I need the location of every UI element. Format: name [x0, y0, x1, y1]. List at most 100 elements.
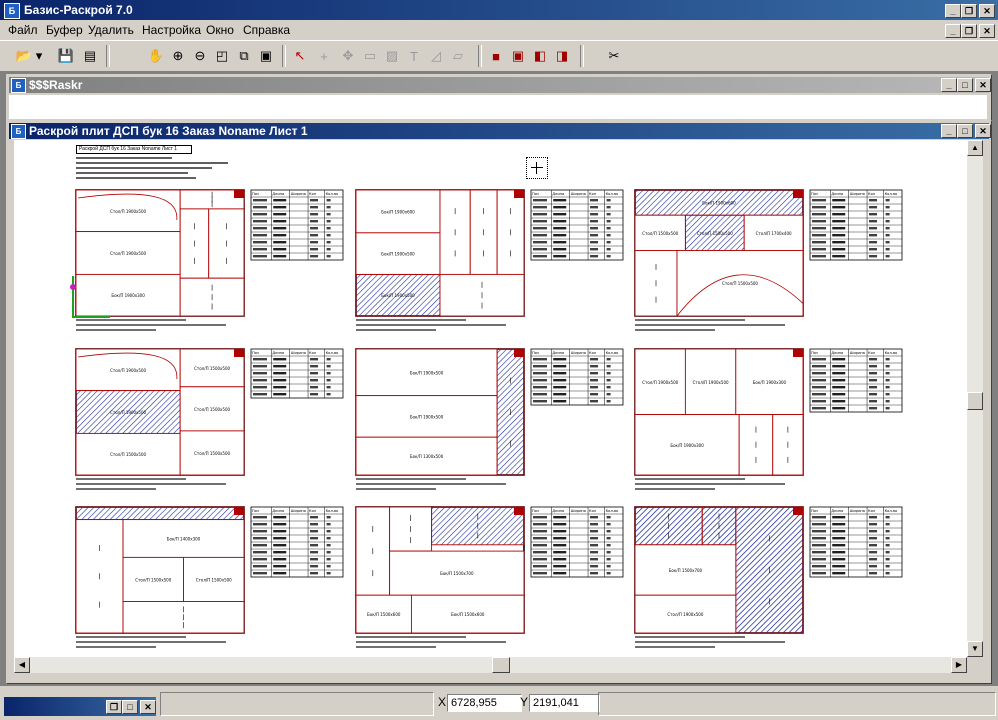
raskr-window-icon[interactable]: Б [11, 78, 26, 93]
raskr-maximize-icon[interactable]: □ [957, 78, 973, 92]
cutting-sheet[interactable]: Бок/П 1500х700 Стол/П 1900х500 [634, 506, 804, 648]
parts-table: Поз Длина Ширина Кол Кол-во [809, 506, 903, 578]
raskr-title-bar[interactable]: Б $$$Raskr _ □ ✕ [9, 77, 991, 93]
svg-text:Стол/П 1900х500: Стол/П 1900х500 [110, 209, 146, 214]
hatch-icon[interactable]: ▨ [382, 46, 402, 66]
cut-line-icon[interactable]: ▱ [448, 46, 468, 66]
cutting-sheet[interactable]: Бок/П 1900х600 Бок/П 1900х500 Бок/П 1900х5… [355, 189, 525, 331]
dropdown-icon[interactable]: ▾ [34, 46, 44, 66]
zoom-in-icon[interactable]: ⊕ [168, 46, 188, 66]
text-icon[interactable]: T [404, 46, 424, 66]
svg-text:Кол: Кол [868, 509, 875, 513]
status-extra-panel [598, 692, 996, 716]
svg-text:Стол/П 1900х500: Стол/П 1900х500 [693, 380, 729, 385]
select-arrow-icon[interactable]: ↖ [290, 46, 310, 66]
svg-text:Поз: Поз [252, 351, 259, 355]
svg-text:Стол/П 1900х500: Стол/П 1900х500 [667, 612, 703, 617]
menu-file[interactable]: Файл [8, 23, 38, 37]
cutting-sheet[interactable]: Стол/П 1900х500 Стол/П 1900х500 Стол/П 150… [75, 348, 245, 490]
box-view-2-icon[interactable]: ▣ [508, 46, 528, 66]
cutting-sheet[interactable]: Стол/П 1900х500 Стол/П 1900х500 Бок/П 1900… [634, 348, 804, 490]
svg-text:Бок/П 1900х300: Бок/П 1900х300 [111, 293, 145, 298]
cutting-sheet[interactable]: Бок/П 1400х300 Стол/П 1500х500 Стол/П 1500… [75, 506, 245, 648]
svg-text:Длина: Длина [831, 192, 843, 196]
hand-pan-icon[interactable]: ✋ [146, 46, 166, 66]
box-view-4-icon[interactable]: ◨ [552, 46, 572, 66]
mdi-restore-icon[interactable]: ❐ [961, 24, 977, 38]
scroll-up-icon[interactable]: ▲ [967, 140, 983, 156]
minimized-window[interactable]: ❐ □ ✕ [4, 697, 156, 716]
scroll-left-icon[interactable]: ◀ [14, 657, 30, 673]
cutting-sheet[interactable]: Бок/П 1500х700 Бок/П 1500х600 Бок/П 1500х6… [355, 506, 525, 648]
svg-text:Стол/П 1500х500: Стол/П 1500х500 [642, 231, 678, 236]
zoom-all-icon[interactable]: ⧉ [234, 46, 254, 66]
cutting-sheet[interactable]: Стол/П 1900х500 Стол/П 1900х500 Бок/П 1900… [75, 189, 245, 331]
parts-table: Поз Длина Ширина Кол Кол-во [250, 348, 344, 399]
parts-table: Поз Длина Ширина Кол Кол-во [530, 189, 624, 261]
vertical-scrollbar[interactable]: ▲ ▼ [967, 140, 983, 657]
menu-help[interactable]: Справка [243, 23, 290, 37]
app-icon[interactable]: Б [4, 3, 20, 19]
move-part-icon[interactable]: ✥ [338, 46, 358, 66]
sheet-title-bar[interactable]: Б Раскрой плит ДСП бук 16 Заказ Noname Л… [9, 123, 991, 139]
svg-text:Бок/П 1900х500: Бок/П 1900х500 [381, 293, 415, 298]
scroll-right-icon[interactable]: ▶ [951, 657, 967, 673]
svg-text:Ширина: Ширина [291, 351, 306, 355]
sheet-window-icon[interactable]: Б [11, 124, 26, 139]
mdi-close-icon[interactable]: ✕ [979, 24, 995, 38]
zoom-out-icon[interactable]: ⊖ [190, 46, 210, 66]
box-view-1-icon[interactable]: ■ [486, 46, 506, 66]
menu-settings[interactable]: Настройка [142, 23, 201, 37]
app-title: Базис-Раскрой 7.0 [24, 3, 133, 17]
sheet-minimize-icon[interactable]: _ [941, 124, 957, 138]
edge-icon[interactable]: ◿ [426, 46, 446, 66]
rotate-part-icon[interactable]: ▭ [360, 46, 380, 66]
cutting-layout-canvas[interactable]: Раскрой ДСП бук 16 Заказ Noname Лист 1 С… [14, 140, 967, 657]
minimized-restore-icon[interactable]: ❐ [106, 700, 122, 714]
scissors-icon[interactable]: ✂ [604, 46, 624, 66]
cutting-sheet[interactable]: Бок/П 1900х500 Бок/П 1900х500 Бок/П 1300х5… [355, 348, 525, 490]
svg-text:Кол-во: Кол-во [885, 192, 898, 196]
vertical-scroll-thumb[interactable] [967, 392, 983, 410]
cutting-sheet[interactable]: Бок/П 1900х600 Стол/П 1500х500 Стол/П 1500… [634, 189, 804, 331]
minimize-icon[interactable]: _ [945, 4, 961, 18]
svg-text:Поз: Поз [811, 509, 818, 513]
menu-window[interactable]: Окно [206, 23, 234, 37]
parts-table: Поз Длина Ширина Кол Кол-во [809, 348, 903, 413]
print-icon[interactable]: ▤ [80, 46, 100, 66]
svg-text:Бок/П 1300х500: Бок/П 1300х500 [410, 454, 444, 459]
open-icon[interactable]: 📂 [14, 46, 34, 66]
horizontal-scrollbar[interactable]: ◀ ▶ [14, 657, 967, 673]
raskr-title: $$$Raskr [29, 78, 83, 92]
zoom-page-icon[interactable]: ▣ [256, 46, 276, 66]
close-icon[interactable]: ✕ [979, 4, 995, 18]
x-coord-field: 6728,955 [447, 694, 522, 712]
y-coord-label: Y [520, 695, 529, 709]
sheet-title: Раскрой плит ДСП бук 16 Заказ Noname Лис… [29, 124, 308, 138]
menu-buffer[interactable]: Буфер [46, 23, 83, 37]
svg-text:Длина: Длина [831, 351, 843, 355]
zoom-window-icon[interactable]: ◰ [212, 46, 232, 66]
sheet-close-icon[interactable]: ✕ [975, 124, 991, 138]
x-axis-indicator [74, 316, 110, 318]
restore-icon[interactable]: ❐ [961, 4, 977, 18]
svg-text:Кол-во: Кол-во [326, 509, 339, 513]
svg-text:Кол: Кол [309, 509, 316, 513]
svg-text:Стол/П 1500х500: Стол/П 1500х500 [194, 407, 230, 412]
svg-text:Кол-во: Кол-во [885, 351, 898, 355]
scroll-down-icon[interactable]: ▼ [967, 641, 983, 657]
raskr-close-icon[interactable]: ✕ [975, 78, 991, 92]
menu-delete[interactable]: Удалить [88, 23, 134, 37]
minimized-maximize-icon[interactable]: □ [122, 700, 138, 714]
sheet-maximize-icon[interactable]: □ [957, 124, 973, 138]
svg-text:Бок/П 1500х700: Бок/П 1500х700 [669, 568, 703, 573]
save-icon[interactable]: 💾 [56, 46, 76, 66]
raskr-window[interactable]: Б $$$Raskr _ □ ✕ [6, 74, 992, 124]
minimized-close-icon[interactable]: ✕ [140, 700, 156, 714]
svg-text:Кол-во: Кол-во [885, 509, 898, 513]
box-view-3-icon[interactable]: ◧ [530, 46, 550, 66]
add-part-icon[interactable]: + [314, 46, 334, 66]
raskr-minimize-icon[interactable]: _ [941, 78, 957, 92]
horizontal-scroll-thumb[interactable] [492, 657, 510, 673]
mdi-minimize-icon[interactable]: _ [945, 24, 961, 38]
